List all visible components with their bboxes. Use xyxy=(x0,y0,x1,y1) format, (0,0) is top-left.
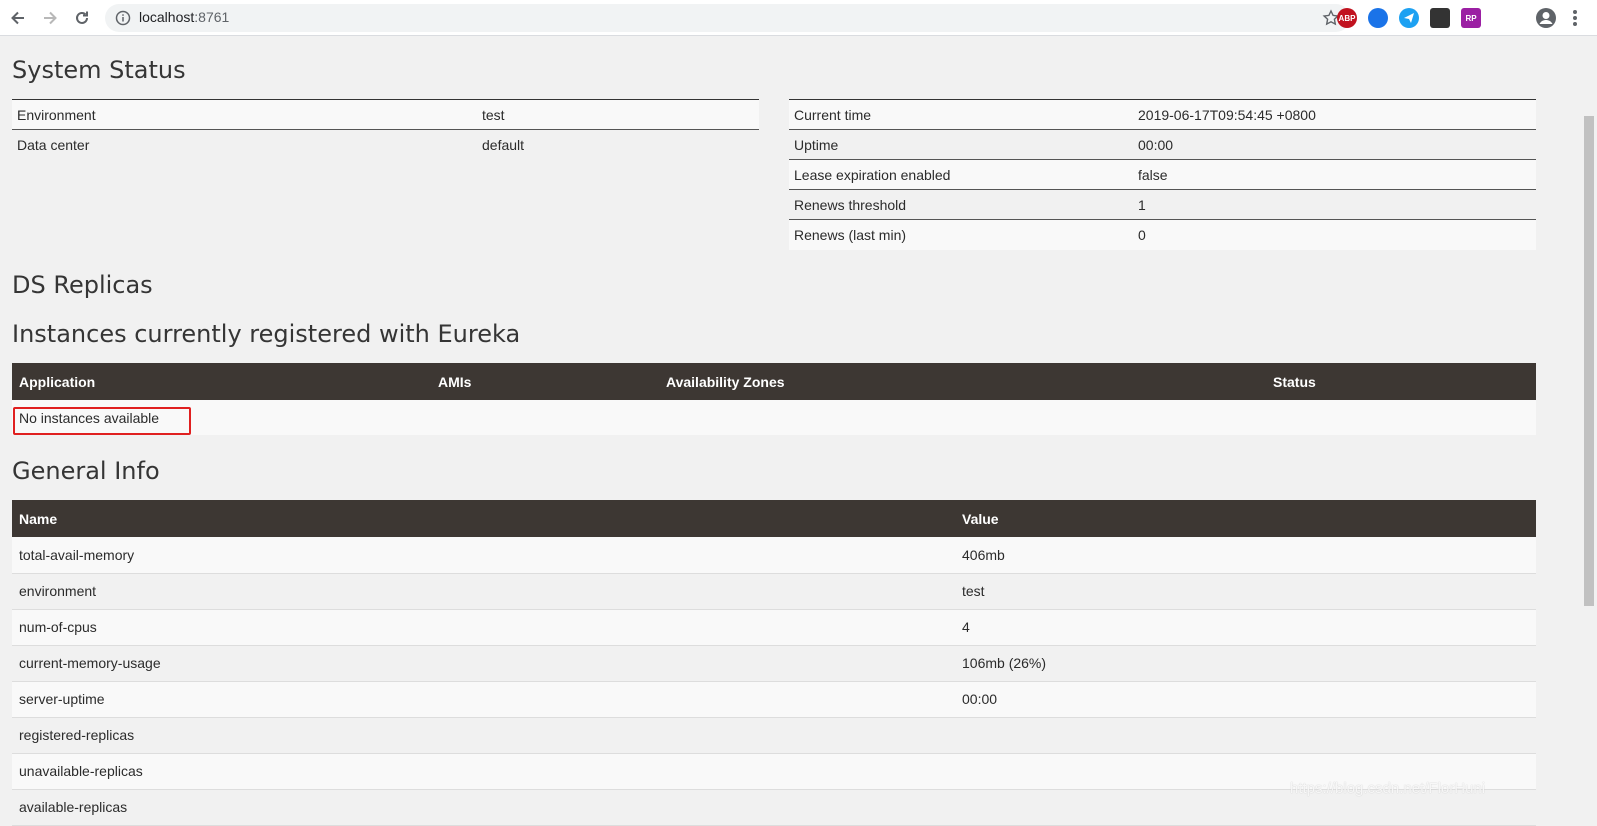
value-cell: 00:00 xyxy=(1133,129,1536,160)
scrollbar-thumb[interactable] xyxy=(1584,116,1594,606)
paper-plane-extension-icon[interactable] xyxy=(1399,8,1419,28)
name-cell: environment xyxy=(12,573,955,610)
value-cell: 106mb (26%) xyxy=(955,645,1536,682)
table-row: Uptime 00:00 xyxy=(789,129,1536,160)
table-row: No instances available xyxy=(12,400,1536,435)
table-row: num-of-cpus 4 xyxy=(12,609,1536,646)
value-cell: 406mb xyxy=(955,537,1536,574)
key-cell: Renews (last min) xyxy=(789,219,1133,250)
general-info-table: Name Value total-avail-memory 406mb envir… xyxy=(12,500,1536,826)
paper-plane-icon xyxy=(1404,13,1414,23)
info-icon[interactable] xyxy=(115,10,131,26)
rp-label: RP xyxy=(1465,13,1477,23)
watermark-text: https://blog.csdn.net/FlorHuni xyxy=(1290,780,1486,797)
key-cell: Current time xyxy=(789,99,1133,130)
table-row: Lease expiration enabled false xyxy=(789,159,1536,190)
empty-instances-message: No instances available xyxy=(12,400,1536,435)
ghost-extension-icon[interactable] xyxy=(1430,8,1450,28)
value-cell: false xyxy=(1133,159,1536,190)
system-status-right-table: Current time 2019-06-17T09:54:45 +0800 U… xyxy=(789,99,1536,250)
key-cell: Data center xyxy=(12,129,477,160)
system-status-left-table: Environment test Data center default xyxy=(12,99,759,160)
url-text: localhost:8761 xyxy=(139,9,229,25)
value-cell xyxy=(955,717,1536,754)
ds-replicas-title: DS Replicas xyxy=(12,271,153,299)
vertical-scrollbar[interactable] xyxy=(1580,36,1597,820)
rp-extension-icon[interactable]: RP xyxy=(1461,8,1481,28)
value-cell: test xyxy=(477,99,759,130)
value-cell: test xyxy=(955,573,1536,610)
column-header-value: Value xyxy=(955,500,1536,537)
value-cell: 00:00 xyxy=(955,681,1536,718)
table-row: Renews (last min) 0 xyxy=(789,219,1536,250)
highlight-box xyxy=(13,407,191,435)
instances-title: Instances currently registered with Eure… xyxy=(12,320,521,348)
general-info-title: General Info xyxy=(12,457,160,485)
instances-table: Application AMIs Availability Zones Stat… xyxy=(12,363,1536,435)
system-status-title: System Status xyxy=(12,56,186,84)
column-header-name: Name xyxy=(12,500,955,537)
table-row: Data center default xyxy=(12,129,759,160)
globe-extension-icon[interactable] xyxy=(1368,8,1388,28)
url-host: localhost xyxy=(139,9,195,25)
reload-button[interactable] xyxy=(70,6,94,30)
address-bar[interactable]: localhost:8761 xyxy=(105,4,1350,32)
back-button[interactable] xyxy=(6,6,30,30)
key-cell: Renews threshold xyxy=(789,189,1133,220)
adblock-label: ABP xyxy=(1338,13,1356,23)
arrow-right-icon xyxy=(44,11,57,25)
column-header-application: Application xyxy=(12,363,431,400)
value-cell: 2019-06-17T09:54:45 +0800 xyxy=(1133,99,1536,130)
name-cell: unavailable-replicas xyxy=(12,753,955,790)
value-cell: 1 xyxy=(1133,189,1536,220)
profile-avatar-icon[interactable] xyxy=(1535,7,1557,29)
table-row: Environment test xyxy=(12,99,759,130)
reload-icon xyxy=(76,11,88,24)
url-port: :8761 xyxy=(194,9,230,25)
value-cell: 4 xyxy=(955,609,1536,646)
table-row: server-uptime 00:00 xyxy=(12,681,1536,718)
name-cell: total-avail-memory xyxy=(12,537,955,574)
forward-button[interactable] xyxy=(38,6,62,30)
column-header-availability-zones: Availability Zones xyxy=(659,363,1266,400)
column-header-status: Status xyxy=(1266,363,1536,400)
column-header-amis: AMIs xyxy=(431,363,659,400)
table-row: environment test xyxy=(12,573,1536,610)
browser-toolbar: localhost:8761 ABP RP xyxy=(0,0,1597,36)
table-row: Current time 2019-06-17T09:54:45 +0800 xyxy=(789,99,1536,130)
key-cell: Lease expiration enabled xyxy=(789,159,1133,190)
key-cell: Uptime xyxy=(789,129,1133,160)
value-cell: 0 xyxy=(1133,219,1536,250)
value-cell: default xyxy=(477,129,759,160)
adblock-extension-icon[interactable]: ABP xyxy=(1337,8,1357,28)
name-cell: num-of-cpus xyxy=(12,609,955,646)
arrow-left-icon xyxy=(11,11,24,25)
more-vert-icon[interactable] xyxy=(1568,7,1582,29)
table-row: registered-replicas xyxy=(12,717,1536,754)
table-row: Renews threshold 1 xyxy=(789,189,1536,220)
name-cell: current-memory-usage xyxy=(12,645,955,682)
table-row: current-memory-usage 106mb (26%) xyxy=(12,645,1536,682)
name-cell: server-uptime xyxy=(12,681,955,718)
table-row: total-avail-memory 406mb xyxy=(12,537,1536,574)
name-cell: registered-replicas xyxy=(12,717,955,754)
key-cell: Environment xyxy=(12,99,477,130)
